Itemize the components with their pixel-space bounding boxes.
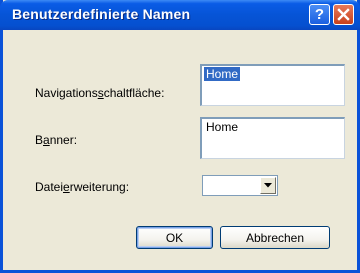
window-title: Benutzerdefinierte Namen (12, 6, 191, 22)
dialog-window: Benutzerdefinierte Namen ? Navigationssc… (0, 0, 360, 273)
file-extension-label: Dateierweiterung: (35, 180, 130, 194)
nav-button-input[interactable]: Home (200, 64, 345, 106)
nav-button-label: Navigationsschaltfläche: (35, 86, 165, 100)
cancel-button[interactable]: Abbrechen (220, 226, 330, 249)
chevron-down-icon (264, 183, 272, 188)
ok-button[interactable]: OK (136, 226, 213, 249)
help-button[interactable]: ? (309, 4, 330, 25)
banner-label: Banner: (35, 133, 78, 147)
close-button[interactable] (333, 4, 354, 25)
close-icon (337, 8, 350, 21)
banner-input[interactable]: Home (200, 117, 345, 159)
title-bar[interactable]: Benutzerdefinierte Namen ? (0, 0, 360, 30)
nav-button-value: Home (204, 67, 241, 81)
file-extension-select[interactable] (202, 175, 278, 196)
dropdown-button[interactable] (260, 177, 276, 194)
banner-value: Home (206, 120, 239, 134)
help-icon: ? (314, 6, 325, 23)
